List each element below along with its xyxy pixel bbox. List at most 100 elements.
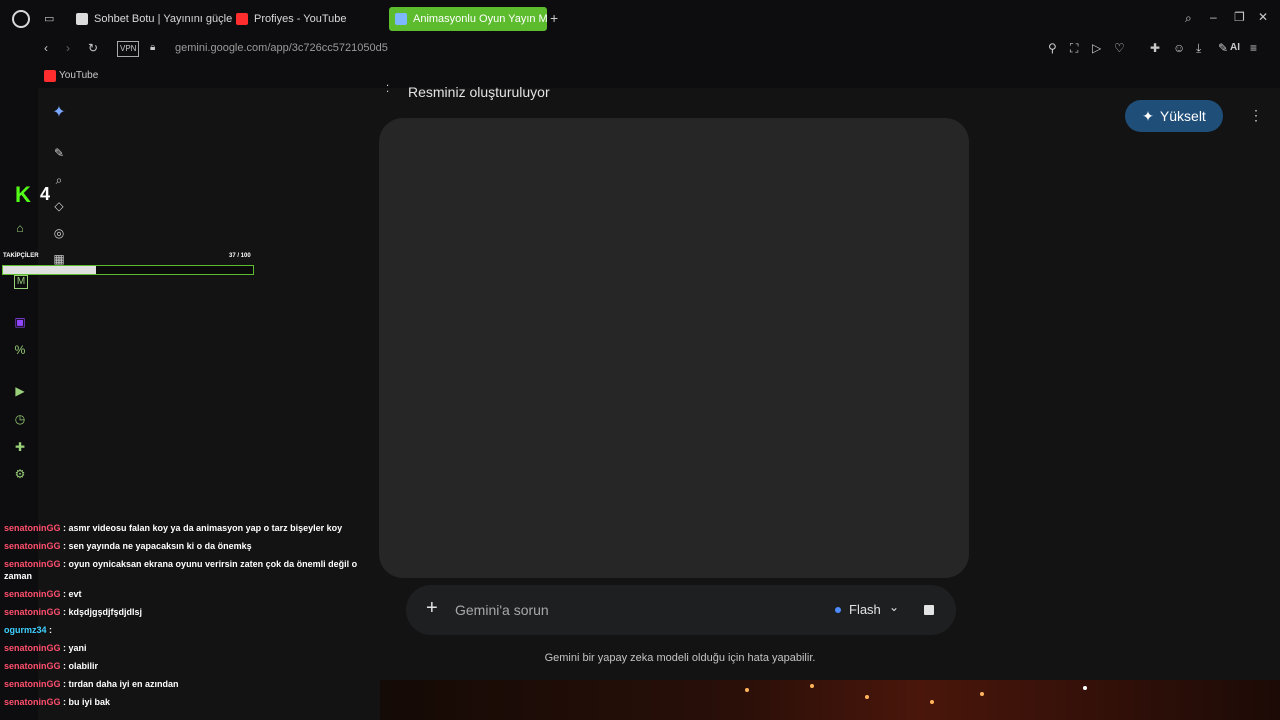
messenger-icon[interactable]: M bbox=[14, 275, 28, 289]
download-icon[interactable]: ⤓ bbox=[1196, 41, 1201, 55]
kick-viewer-count: 4 bbox=[40, 184, 51, 204]
twitch-icon[interactable]: ▣ bbox=[12, 314, 28, 330]
chat-username: senatoninGG bbox=[4, 697, 61, 707]
extensions-icon[interactable]: ✚ bbox=[1150, 41, 1160, 55]
add-attachment-icon[interactable]: + bbox=[426, 598, 438, 618]
menu-icon[interactable]: ≡ bbox=[1250, 41, 1257, 55]
minimize-icon[interactable]: – bbox=[1210, 10, 1217, 24]
chat-username: senatoninGG bbox=[4, 589, 61, 599]
light-spark bbox=[980, 692, 984, 696]
player-icon[interactable]: ▷ bbox=[1092, 41, 1101, 55]
chat-username: senatoninGG bbox=[4, 607, 61, 617]
back-icon[interactable]: ‹ bbox=[44, 41, 48, 55]
model-selector[interactable]: Flash bbox=[849, 602, 881, 617]
browser-tab-bar: ▭ Sohbet Botu | Yayınını güçle Profiyes … bbox=[0, 0, 1280, 36]
disclaimer-text: Gemini bir yapay zeka modeli olduğu için… bbox=[544, 652, 816, 664]
chat-text: : bu iyi bak bbox=[60, 697, 111, 707]
settings-icon[interactable]: ⚙ bbox=[12, 466, 28, 482]
chat-username: senatoninGG bbox=[4, 523, 61, 533]
chat-text: : bbox=[46, 625, 53, 635]
goal-count: 37 / 100 bbox=[229, 253, 251, 259]
snapshot-icon[interactable]: ⛶ bbox=[1070, 41, 1078, 55]
forward-icon[interactable]: › bbox=[66, 41, 70, 55]
url-field[interactable]: gemini.google.com/app/3c726cc5721050d5 bbox=[175, 41, 388, 55]
close-window-icon[interactable]: ✕ bbox=[1258, 10, 1268, 24]
youtube-favicon-icon bbox=[236, 13, 248, 25]
goal-label: TAKİPÇİLER bbox=[3, 253, 39, 259]
stop-icon[interactable] bbox=[924, 605, 934, 615]
percent-icon[interactable]: % bbox=[12, 342, 28, 358]
light-spark bbox=[1083, 686, 1087, 690]
player-sidebar-icon[interactable]: ▶ bbox=[12, 383, 28, 399]
chat-username: senatoninGG bbox=[4, 679, 61, 689]
aria-icon[interactable]: ⌂ bbox=[12, 220, 28, 236]
profile-icon[interactable]: ☺ bbox=[1173, 41, 1185, 55]
prompt-input[interactable]: Gemini'a sorun bbox=[455, 602, 549, 618]
chat-message: senatoninGG : kdşdjgşdjfşdjdlsj bbox=[4, 606, 378, 618]
chat-text: : kdşdjgşdjfşdjdlsj bbox=[60, 607, 143, 617]
gem-icon[interactable]: ◇ bbox=[51, 198, 67, 214]
chat-username: senatoninGG bbox=[4, 559, 61, 569]
upgrade-button[interactable]: ✦ Yükselt bbox=[1125, 100, 1223, 132]
ai-icon[interactable]: ✎ bbox=[1218, 41, 1228, 55]
chat-message: senatoninGG : tırdan daha iyi en azından bbox=[4, 678, 378, 690]
gemini-logo-icon[interactable]: ✦ bbox=[51, 105, 67, 121]
chat-message: ogurmz34 : bbox=[4, 624, 378, 636]
stream-chat: senatoninGG : asmr videosu falan koy ya … bbox=[0, 522, 378, 714]
new-chat-icon[interactable]: ✎ bbox=[51, 145, 67, 161]
tab-label: Animasyonlu Oyun Yayın M bbox=[413, 13, 547, 25]
restore-icon[interactable]: ❐ bbox=[1234, 10, 1245, 24]
opera-logo-icon[interactable] bbox=[12, 10, 30, 28]
tab-label: Sohbet Botu | Yayınını güçle bbox=[94, 13, 232, 25]
new-tab-button[interactable]: + bbox=[550, 11, 558, 25]
chat-username: senatoninGG bbox=[4, 661, 61, 671]
chat-username: ogurmz34 bbox=[4, 625, 47, 635]
address-bar: ‹ › ↻ VPN 🔒︎ gemini.google.com/app/3c726… bbox=[0, 36, 1280, 64]
upgrade-label: Yükselt bbox=[1159, 108, 1206, 124]
extensions-sidebar-icon[interactable]: ✚ bbox=[12, 439, 28, 455]
chevron-down-icon[interactable]: ⌄ bbox=[889, 600, 899, 614]
tab-sohbet-botu[interactable]: Sohbet Botu | Yayınını güçle bbox=[70, 7, 232, 31]
image-placeholder-card bbox=[379, 118, 969, 578]
reload-icon[interactable]: ↻ bbox=[88, 41, 98, 55]
tab-label: Profiyes - YouTube bbox=[254, 13, 347, 25]
pin-icon[interactable]: ⚲ bbox=[1048, 41, 1057, 55]
chat-username: senatoninGG bbox=[4, 643, 61, 653]
more-options-icon[interactable]: ⋮ bbox=[1249, 108, 1263, 122]
model-dot-icon bbox=[835, 607, 841, 613]
chat-message: senatoninGG : evt bbox=[4, 588, 378, 600]
chat-text: : tırdan daha iyi en azından bbox=[60, 679, 179, 689]
explore-icon[interactable]: ◎ bbox=[51, 225, 67, 241]
background-scene-strip bbox=[380, 680, 1280, 720]
light-spark bbox=[810, 684, 814, 688]
ai-label[interactable]: AI bbox=[1230, 41, 1240, 55]
follower-goal-fill bbox=[3, 266, 96, 274]
heart-icon[interactable]: ♡ bbox=[1114, 41, 1125, 55]
light-spark bbox=[745, 688, 749, 692]
chat-text: : evt bbox=[60, 589, 82, 599]
status-text: Resminiz oluşturuluyor bbox=[408, 84, 550, 100]
history-icon[interactable]: ◷ bbox=[12, 411, 28, 427]
gemini-favicon-icon bbox=[395, 13, 407, 25]
chat-message: senatoninGG : yani bbox=[4, 642, 378, 654]
chat-text: : olabilir bbox=[60, 661, 99, 671]
chat-message: senatoninGG : oyun oynicaksan ekrana oyu… bbox=[4, 558, 378, 582]
chat-message: senatoninGG : bu iyi bak bbox=[4, 696, 378, 708]
sparkle-icon: ✦ bbox=[1142, 107, 1154, 124]
vpn-badge[interactable]: VPN bbox=[117, 41, 140, 57]
prompt-box[interactable]: + Gemini'a sorun Flash ⌄ bbox=[406, 585, 956, 635]
tab-gemini-active[interactable]: Animasyonlu Oyun Yayın M bbox=[389, 7, 547, 31]
bookmarks-bar: YouTube bbox=[0, 64, 1280, 88]
bookmark-youtube[interactable]: YouTube bbox=[59, 69, 98, 83]
tab-overview-icon[interactable]: ▭ bbox=[44, 12, 54, 26]
search-icon[interactable]: ⌕ bbox=[51, 172, 67, 188]
chat-message: senatoninGG : olabilir bbox=[4, 660, 378, 672]
lock-icon[interactable]: 🔒︎ bbox=[150, 41, 155, 55]
kick-logo: K bbox=[15, 182, 31, 207]
chat-message: senatoninGG : sen yayında ne yapacaksın … bbox=[4, 540, 378, 552]
search-tabs-icon[interactable]: ⌕ bbox=[1185, 11, 1192, 25]
chat-text: : yani bbox=[60, 643, 87, 653]
loading-dots-icon: ⁚ bbox=[386, 84, 390, 95]
sohbet-favicon-icon bbox=[76, 13, 88, 25]
tab-youtube[interactable]: Profiyes - YouTube bbox=[230, 7, 387, 31]
